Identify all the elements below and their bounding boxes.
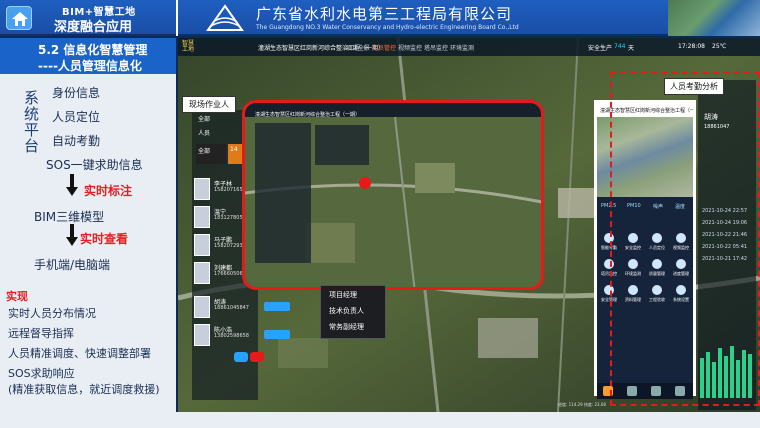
clock-text: 17:28:08 (678, 43, 705, 50)
callout-workers: 现场作业人 (182, 96, 236, 113)
system-item-identity: 身份信息 (52, 86, 101, 100)
system-platform-label: 系统平台 (24, 89, 40, 155)
tag-realtime-mark: 实时标注 (84, 184, 133, 198)
avatar (194, 324, 210, 346)
org-name-en: The Guangdong NO.3 Water Conservancy and… (256, 24, 519, 31)
avatar (194, 234, 210, 256)
nav-item-environment[interactable]: 环境监测 (450, 43, 474, 52)
bim-model-label: BIM三维模型 (34, 210, 105, 224)
system-item-location: 人员定位 (52, 110, 101, 124)
temperature-text: 25℃ (712, 43, 727, 50)
list-item[interactable]: 胡涛 18861045847 (194, 296, 294, 322)
avatar (194, 206, 210, 228)
locate-button[interactable] (264, 330, 290, 339)
role-popup-menu: 项目经理 技术负责人 常务副经理 (320, 285, 386, 339)
inset-title: 潼湖生态智慧区红岗新河综合整治工程（一期） (255, 112, 361, 118)
callout-attendance: 人员考勤分析 (664, 78, 724, 95)
impl-label: 实现 (6, 290, 28, 303)
org-name-cn: 广东省水利水电第三工程局有限公司 (256, 5, 513, 23)
menu-item-tech[interactable]: 技术负责人 (329, 306, 364, 316)
map-top-bar: 智慧工地 潼湖生态智慧区红岗新河综合整治工程（一期） 项目全景 人员管控 视频监… (178, 38, 760, 56)
impl-item: 实时人员分布情况 (8, 307, 96, 320)
header-bar: BIM+智慧工地 深度融合应用 广东省水利水电第三工程局有限公司 The Gua… (0, 0, 760, 36)
menu-item-deputy[interactable]: 常务副经理 (329, 322, 364, 332)
section-title: 5.2 信息化智慧管理 ----人员管理信息化 (0, 38, 176, 74)
dashboard-logo: 智慧工地 (182, 40, 195, 53)
org-logo-icon (206, 4, 244, 31)
inset-map (245, 103, 541, 287)
nav-item-crane[interactable]: 塔吊监控 (424, 43, 448, 52)
avatar (194, 178, 210, 200)
person-phone: 18861045847 (214, 305, 249, 311)
avatar (194, 262, 210, 284)
bottom-strip (0, 412, 760, 428)
safety-label: 安全生产 (588, 45, 613, 52)
impl-item: 远程督导指挥 (8, 327, 74, 340)
system-item-sos: SOS一键求助信息 (46, 158, 143, 172)
app-title-line2: 深度融合应用 (54, 20, 133, 35)
impl-item: 人员精准调度、快速调整部署 (8, 347, 151, 360)
total-count-box: 全部 (196, 144, 226, 164)
system-item-attendance: 自动考勤 (52, 134, 101, 148)
nav-item-video[interactable]: 视频监控 (398, 43, 422, 52)
impl-item: SOS求助响应 (8, 367, 75, 380)
section-title-line1: 5.2 信息化智慧管理 (38, 43, 148, 57)
avatar (194, 296, 210, 318)
zoom-control-button[interactable] (234, 352, 248, 362)
tab-all[interactable]: 全部 (198, 114, 210, 123)
tab-personnel[interactable]: 人员 (198, 128, 210, 137)
impl-item: (精准获取信息，就近调度救援) (8, 383, 160, 396)
person-phone: 13802598658 (214, 333, 249, 339)
total-label: 全部 (198, 148, 211, 155)
arrow-down-icon (66, 224, 78, 246)
map-view[interactable]: 智慧工地 潼湖生态智慧区红岗新河综合整治工程（一期） 项目全景 人员管控 视频监… (178, 38, 760, 412)
safety-days: 744 (614, 43, 626, 50)
home-button[interactable] (6, 6, 32, 30)
list-item[interactable]: 陈小浩 13802598658 (194, 324, 294, 350)
left-panel: 5.2 信息化智慧管理 ----人员管理信息化 系统平台 身份信息 人员定位 自… (0, 38, 176, 428)
inset-dashboard: 潼湖生态智慧区红岗新河综合整治工程（一期） (242, 100, 544, 290)
tag-realtime-view: 实时查看 (80, 232, 129, 246)
section-title-line2: ----人员管理信息化 (38, 59, 142, 73)
nav-item-personnel[interactable]: 人员管控 (372, 43, 396, 52)
locate-button[interactable] (264, 302, 290, 311)
home-icon (12, 12, 28, 26)
map-coordinates: 经度: 114.29 纬度: 23.08 (558, 402, 606, 407)
header-divider (176, 0, 178, 36)
attendance-highlight-box (610, 72, 760, 406)
arrow-down-icon (66, 174, 78, 196)
slide: BIM+智慧工地 深度融合应用 广东省水利水电第三工程局有限公司 The Gua… (0, 0, 760, 428)
terminal-label: 手机端/电脑端 (34, 258, 111, 272)
menu-item-pm[interactable]: 项目经理 (329, 290, 357, 300)
alert-control-button[interactable] (250, 352, 264, 362)
safety-days-unit: 天 (628, 45, 635, 52)
header-photo (668, 0, 760, 36)
total-count-value: 14 (228, 144, 242, 164)
nav-item-panorama[interactable]: 项目全景 (346, 43, 370, 52)
